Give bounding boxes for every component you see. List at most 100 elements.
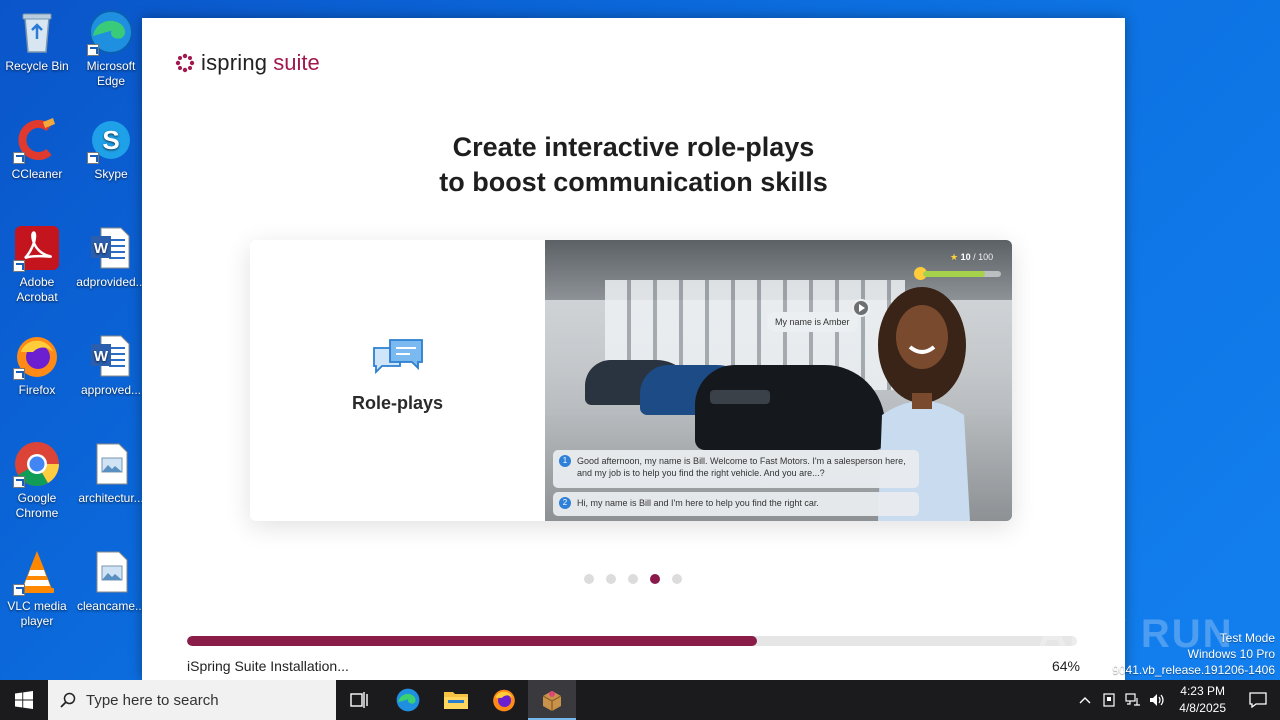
taskbar-edge[interactable] [384, 680, 432, 720]
installer-window: ispring suite Create interactive role-pl… [142, 18, 1125, 680]
device-icon [1103, 693, 1115, 707]
shortcut-arrow-icon [13, 476, 25, 488]
recycle-bin-icon [13, 8, 61, 56]
taskbar-search-box[interactable]: Type here to search [48, 680, 336, 720]
svg-text:W: W [94, 240, 109, 257]
clock-time: 4:23 PM [1180, 684, 1225, 698]
score-max: / 100 [973, 252, 994, 262]
desktop-icon-label: Adobe Acrobat [16, 275, 58, 304]
desktop-icon-label: cleancame... [76, 599, 146, 613]
desktop-icon-approved[interactable]: W approved... [75, 332, 147, 398]
desktop-icon-label: Skype [94, 167, 128, 181]
carousel-dot[interactable] [650, 574, 660, 584]
reply-option-2[interactable]: 2 Hi, my name is Bill and I'm here to he… [553, 492, 919, 516]
logo-suite-text: suite [273, 50, 320, 75]
reply-option-1[interactable]: 1 Good afternoon, my name is Bill. Welco… [553, 450, 919, 488]
carousel-dot[interactable] [584, 574, 594, 584]
feature-label: Role-plays [351, 393, 444, 413]
firefox-icon [493, 689, 515, 712]
file-explorer-icon [444, 692, 468, 709]
reply-number: 2 [559, 497, 571, 509]
task-view-button[interactable] [336, 680, 384, 720]
image-file-icon [87, 440, 135, 488]
svg-text:W: W [94, 348, 109, 365]
ccleaner-icon [13, 116, 61, 164]
chrome-icon [13, 440, 61, 488]
carousel-dots [584, 574, 682, 584]
headline-line-1: Create interactive role-plays [452, 132, 815, 162]
taskbar-installer[interactable] [528, 680, 576, 720]
edge-icon [396, 688, 420, 712]
windows-edition-label: Windows 10 Pro [1187, 647, 1275, 661]
desktop-icon-acrobat[interactable]: Adobe Acrobat [1, 224, 73, 305]
desktop-icon-vlc[interactable]: VLC media player [1, 548, 73, 629]
search-icon [60, 692, 76, 708]
task-view-icon [350, 692, 368, 708]
desktop-icon-chrome[interactable]: Google Chrome [1, 440, 73, 521]
score-readout: ★ 10 / 100 [950, 252, 993, 263]
feature-card: Role-plays ★ 10 / 100 My name is Amber 1… [250, 240, 1012, 521]
desktop-icon-firefox[interactable]: Firefox [1, 332, 73, 398]
taskbar-clock[interactable]: 4:23 PM 4/8/2025 [1169, 683, 1236, 717]
chevron-up-icon [1079, 697, 1091, 704]
carousel-dot[interactable] [672, 574, 682, 584]
desktop-icon-label: adprovided... [76, 275, 146, 289]
shortcut-arrow-icon [87, 152, 99, 164]
installer-icon [542, 691, 562, 711]
taskbar-file-explorer[interactable] [432, 680, 480, 720]
chat-bubbles-icon [373, 339, 423, 375]
notification-icon [1249, 692, 1267, 708]
desktop-icon-adprovided[interactable]: W adprovided... [75, 224, 147, 290]
system-tray: 4:23 PM 4/8/2025 [1073, 680, 1280, 720]
desktop-icon-label: architectur... [78, 491, 144, 505]
star-icon: ★ [950, 252, 959, 262]
desktop-icon-label: approved... [80, 383, 142, 397]
score-progress-bar [923, 271, 1001, 277]
taskbar: Type here to search 4:23 PM 4/8/2025 [0, 680, 1280, 720]
tray-device-button[interactable] [1097, 680, 1121, 720]
windows-build-label: 9041.vb_release.191206-1406 [1112, 663, 1275, 677]
desktop-icon-architectur[interactable]: architectur... [75, 440, 147, 506]
tray-volume-button[interactable] [1145, 680, 1169, 720]
desktop-icon-label: VLC media player [7, 599, 67, 628]
svg-text:S: S [102, 125, 119, 155]
logo-ispring-text: ispring [201, 50, 268, 75]
desktop-icon-cleancame[interactable]: cleancame... [75, 548, 147, 614]
carousel-dot[interactable] [628, 574, 638, 584]
word-document-icon: W [87, 224, 135, 272]
install-status-text: iSpring Suite Installation... [187, 658, 349, 674]
skype-icon: S [87, 116, 135, 164]
install-progress-fill [187, 636, 757, 646]
clock-date: 4/8/2025 [1179, 701, 1226, 715]
score-progress-fill [923, 271, 986, 277]
ispring-flower-icon [175, 53, 195, 73]
search-placeholder: Type here to search [86, 691, 219, 709]
slide-headline: Create interactive role-plays to boost c… [142, 130, 1125, 200]
show-hidden-icons-button[interactable] [1073, 680, 1097, 720]
vlc-icon [13, 548, 61, 596]
feature-card-left: Role-plays [250, 240, 545, 521]
start-button[interactable] [0, 680, 48, 720]
desktop-icon-ccleaner[interactable]: CCleaner [1, 116, 73, 182]
character-speech-bubble: My name is Amber [767, 312, 858, 332]
windows-test-mode-info: Test Mode Windows 10 Pro 9041.vb_release… [1112, 630, 1275, 678]
action-center-button[interactable] [1236, 680, 1280, 720]
shortcut-arrow-icon [13, 584, 25, 596]
desktop-icon-edge[interactable]: Microsoft Edge [75, 8, 147, 89]
install-progress-bar [187, 636, 1077, 646]
desktop-icon-label: CCleaner [11, 167, 63, 181]
volume-icon [1150, 694, 1164, 706]
windows-logo-icon [15, 691, 33, 709]
carousel-dot[interactable] [606, 574, 616, 584]
reply-text: Good afternoon, my name is Bill. Welcome… [577, 456, 906, 478]
desktop-icon-recycle-bin[interactable]: Recycle Bin [1, 8, 73, 74]
reply-number: 1 [559, 455, 571, 467]
firefox-icon [13, 332, 61, 380]
tray-network-button[interactable] [1121, 680, 1145, 720]
taskbar-firefox[interactable] [480, 680, 528, 720]
roleplay-preview-image: ★ 10 / 100 My name is Amber 1 Good after… [545, 240, 1012, 521]
shortcut-arrow-icon [87, 44, 99, 56]
desktop-icon-skype[interactable]: S Skype [75, 116, 147, 182]
network-icon [1125, 693, 1141, 706]
install-percent: 64% [1051, 658, 1080, 674]
